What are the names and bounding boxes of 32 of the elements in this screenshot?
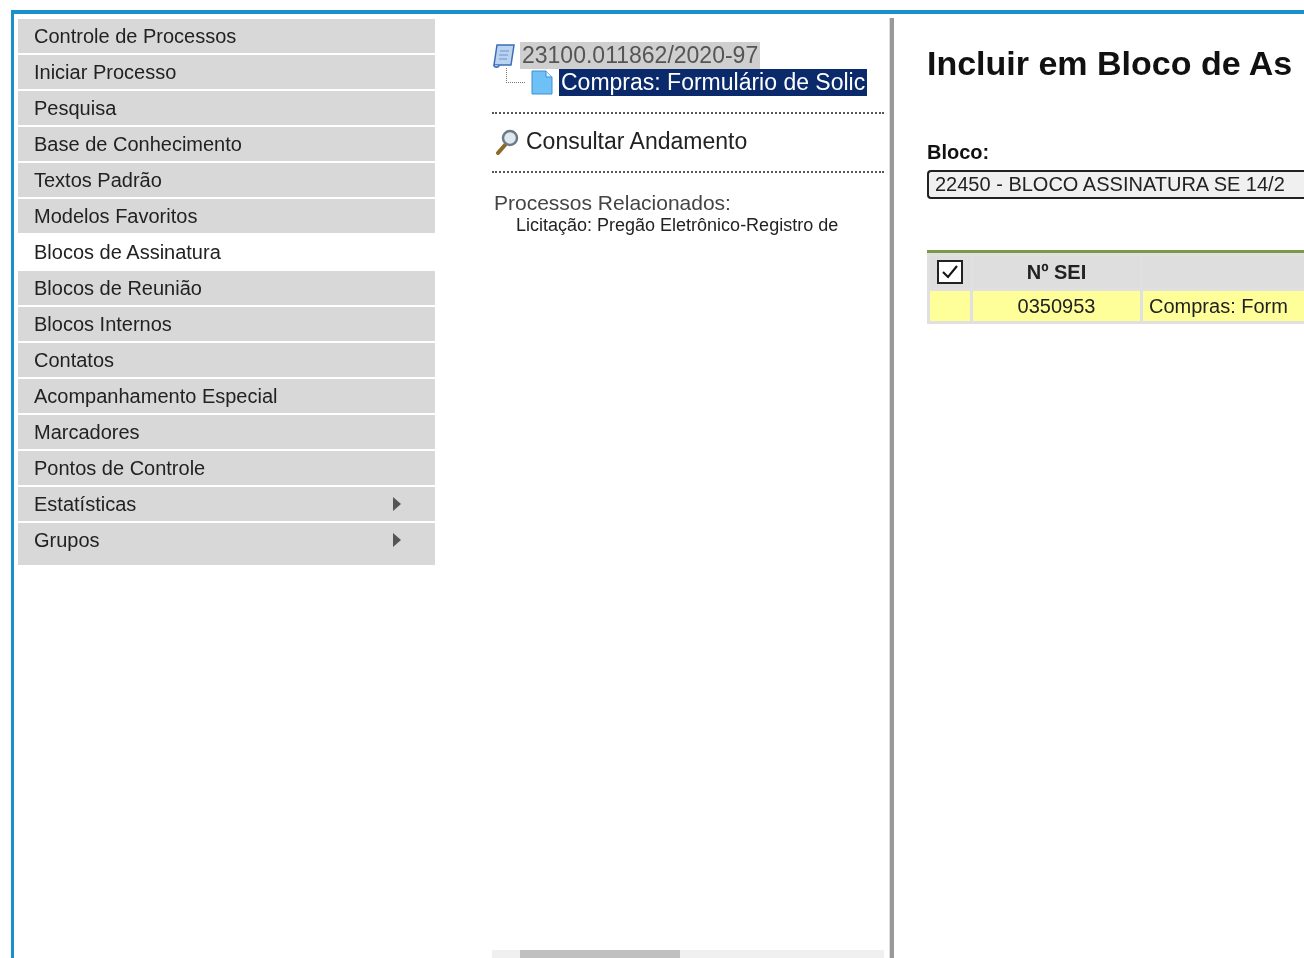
menu-item[interactable]: Pesquisa [18, 91, 435, 125]
related-title: Processos Relacionados: [494, 191, 732, 215]
menu-item[interactable]: Blocos Internos [18, 307, 435, 341]
menu-item[interactable]: Iniciar Processo [18, 55, 435, 89]
consult-link[interactable]: Consultar Andamento [526, 128, 748, 155]
page-title: Incluir em Bloco de As [927, 44, 1294, 83]
menu-item[interactable]: Marcadores [18, 415, 435, 449]
menu-item[interactable]: Acompanhamento Especial [18, 379, 435, 413]
scrollbar[interactable] [492, 950, 884, 958]
menu-item[interactable]: Estatísticas [18, 487, 435, 521]
menu-item[interactable]: Grupos [18, 523, 435, 565]
menu-item[interactable]: Modelos Favoritos [18, 199, 435, 233]
menu-item[interactable]: Controle de Processos [18, 19, 435, 53]
menu-item[interactable]: Pontos de Controle [18, 451, 435, 485]
menu-item[interactable]: Textos Padrão [18, 163, 435, 197]
caret-icon [393, 497, 401, 511]
table-cell: 0350953 [973, 291, 1140, 321]
menu-item[interactable]: Contatos [18, 343, 435, 377]
bloco-select[interactable]: 22450 - BLOCO ASSINATURA SE 14/2 [927, 170, 1304, 199]
checkmark-icon [941, 264, 959, 281]
field-label: Bloco: [927, 141, 991, 164]
search-icon [494, 128, 520, 155]
menu-item[interactable]: Blocos de Reunião [18, 271, 435, 305]
process-link[interactable]: 23100.011862/2020-97 [520, 42, 761, 69]
related-process-link[interactable]: Licitação: Pregão Eletrônico-Registro de [516, 215, 884, 236]
document-link[interactable]: Compras: Formulário de Solic [559, 69, 868, 96]
menu-item[interactable]: Base de Conhecimento [18, 127, 435, 161]
scroll-icon [492, 42, 516, 69]
select-all-checkbox[interactable] [937, 260, 963, 285]
document-icon [531, 70, 553, 95]
caret-icon [393, 533, 401, 547]
table-cell: Compras: Form [1143, 291, 1304, 321]
